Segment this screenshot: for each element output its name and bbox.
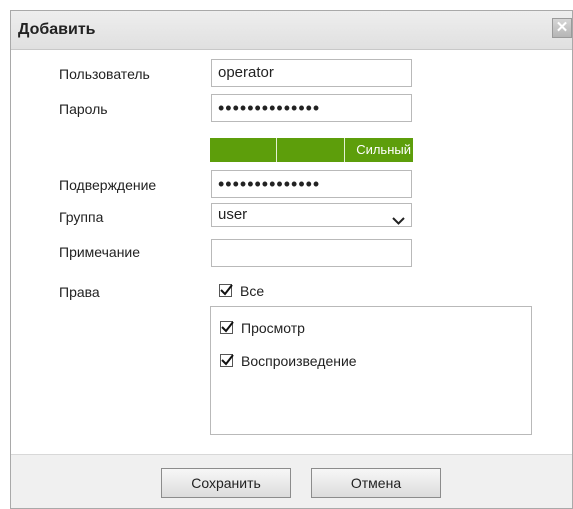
checkmark-icon xyxy=(220,284,233,296)
rights-all-label: Все xyxy=(240,283,265,299)
dialog-footer: Сохранить Отмена xyxy=(11,454,572,508)
note-label: Примечание xyxy=(59,244,141,260)
dialog-title: Добавить xyxy=(18,21,96,38)
confirm-password-input[interactable]: •••••••••••••• xyxy=(211,170,412,198)
strength-segment xyxy=(276,138,344,162)
strength-segment xyxy=(210,138,277,162)
checkmark-icon xyxy=(221,354,234,366)
checkmark-icon xyxy=(221,321,234,333)
rights-label: Права xyxy=(59,284,100,300)
cancel-button[interactable]: Отмена xyxy=(311,468,441,498)
add-user-dialog: Добавить ✕ Пользователь operator Пароль … xyxy=(10,10,573,509)
confirm-label: Подверждение xyxy=(59,177,157,193)
strength-label: Сильный xyxy=(343,138,413,162)
username-input[interactable]: operator xyxy=(211,59,412,87)
rights-playback-checkbox[interactable] xyxy=(220,354,234,367)
note-input[interactable] xyxy=(211,239,412,267)
password-label: Пароль xyxy=(59,101,108,117)
group-select[interactable]: user xyxy=(211,203,412,227)
rights-playback-label: Воспроизведение xyxy=(241,353,357,369)
username-label: Пользователь xyxy=(59,66,150,82)
rights-list: Просмотр Воспроизведение xyxy=(210,306,532,435)
save-button[interactable]: Сохранить xyxy=(161,468,291,498)
rights-all-checkbox[interactable] xyxy=(219,284,233,297)
group-label: Группа xyxy=(59,209,104,225)
rights-view-checkbox[interactable] xyxy=(220,321,234,334)
group-select-value: user xyxy=(218,206,248,223)
dialog-titlebar: Добавить ✕ xyxy=(11,11,572,50)
chevron-down-icon[interactable] xyxy=(392,212,405,230)
rights-view-label: Просмотр xyxy=(241,320,305,336)
password-input[interactable]: •••••••••••••• xyxy=(211,94,412,122)
password-strength-meter: Сильный xyxy=(210,138,413,162)
close-icon[interactable]: ✕ xyxy=(552,18,572,38)
